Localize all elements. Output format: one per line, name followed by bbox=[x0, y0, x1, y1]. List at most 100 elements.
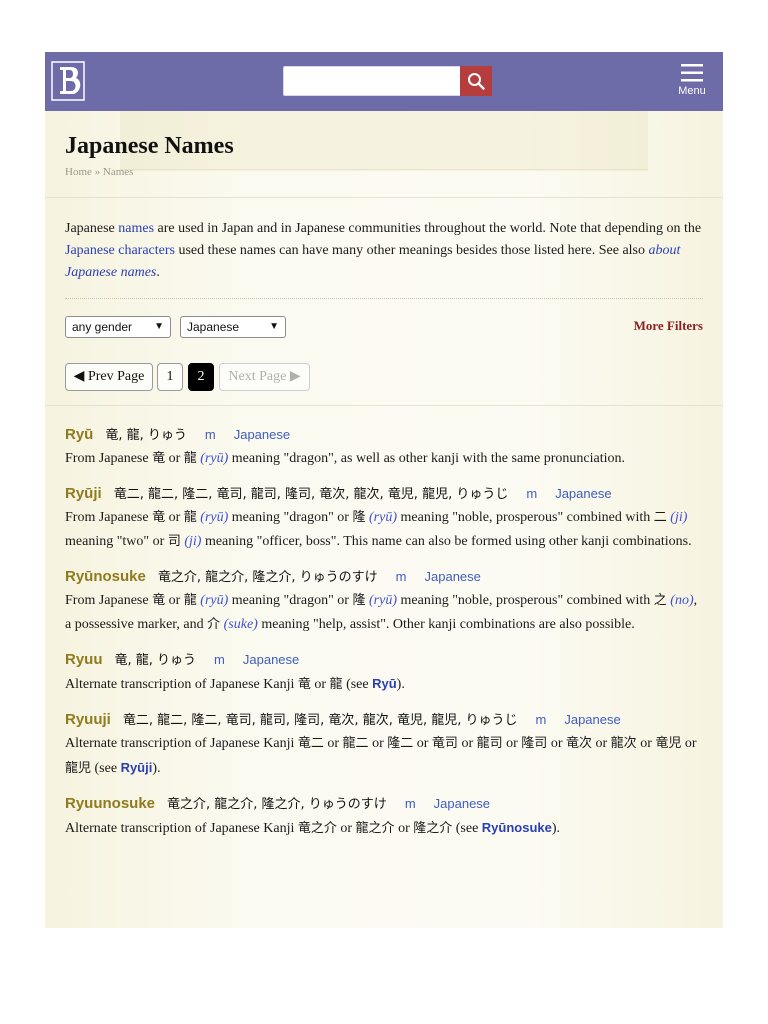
kanji-text: 龍 bbox=[183, 593, 197, 608]
name-entry-header: Ryuuji 竜二, 龍二, 隆二, 竜司, 龍司, 隆司, 竜次, 龍次, 竜児… bbox=[65, 709, 703, 732]
name-entry: Ryūnosuke 竜之介, 龍之介, 隆之介, りゅうのすけ m Japanese F… bbox=[65, 566, 703, 637]
description-text: or bbox=[368, 736, 388, 751]
kanji-text: 竜 bbox=[152, 510, 166, 525]
kanji-text: 龍児 bbox=[65, 761, 92, 776]
gender-select[interactable]: any gender ▼ bbox=[65, 316, 171, 338]
description-text: ). bbox=[551, 821, 561, 836]
gender-link[interactable]: m bbox=[536, 712, 547, 727]
gender-link[interactable]: m bbox=[526, 486, 537, 501]
gender-link[interactable]: m bbox=[214, 652, 225, 667]
intro-paragraph: Japanese names are used in Japan and in … bbox=[45, 198, 723, 284]
name-kanji: 竜二, 龍二, 隆二, 竜司, 龍司, 隆司, 竜次, 龍次, 竜児, 龍児, … bbox=[113, 487, 509, 502]
top-bar: Menu bbox=[45, 52, 723, 111]
romanization-text: (ji) bbox=[670, 510, 688, 525]
description-text: ). bbox=[396, 677, 405, 692]
prev-page-button[interactable]: ◀ Prev Page bbox=[65, 363, 153, 391]
search-input[interactable] bbox=[288, 68, 462, 96]
see-also-link[interactable]: Ryūnosuke bbox=[482, 820, 552, 835]
description-text: meaning "dragon", as well as other kanji… bbox=[228, 451, 626, 466]
kanji-text: 隆二 bbox=[387, 736, 414, 751]
kanji-text: 竜 bbox=[297, 677, 311, 692]
kanji-text: 龍之介 bbox=[355, 821, 395, 836]
more-filters-link[interactable]: More Filters bbox=[634, 318, 703, 334]
name-description: Alternate transcription of Japanese Kanj… bbox=[65, 672, 703, 697]
kanji-text: 竜二 bbox=[297, 736, 324, 751]
japanese-characters-link[interactable]: Japanese characters bbox=[65, 243, 175, 258]
description-text: or bbox=[413, 736, 432, 751]
usage-select[interactable]: Japanese ▼ bbox=[180, 316, 286, 338]
search-button[interactable] bbox=[460, 66, 492, 96]
description-text: or bbox=[165, 593, 184, 608]
intro-text: used these names can have many other mea… bbox=[174, 243, 649, 258]
romanization-text: (ryū) bbox=[200, 451, 229, 466]
description-text: From Japanese bbox=[65, 451, 153, 466]
next-page-button[interactable]: Next Page ▶ bbox=[219, 363, 310, 391]
name-link[interactable]: Ryuunosuke bbox=[65, 795, 155, 812]
description-text: or bbox=[547, 736, 566, 751]
page-container: Menu Japanese Names Home » Names Japanes… bbox=[45, 52, 723, 928]
kanji-text: 龍次 bbox=[610, 736, 637, 751]
menu-label: Menu bbox=[678, 85, 706, 97]
usage-link[interactable]: Japanese bbox=[434, 796, 490, 811]
breadcrumb-names[interactable]: Names bbox=[103, 166, 134, 178]
description-text: meaning "dragon" or bbox=[228, 510, 353, 525]
page-2-button[interactable]: 2 bbox=[188, 363, 214, 391]
description-text: ). bbox=[152, 761, 161, 776]
description-text: meaning "noble, prosperous" combined wit… bbox=[397, 510, 654, 525]
name-link[interactable]: Ryū bbox=[65, 426, 93, 443]
kanji-text: 竜司 bbox=[431, 736, 458, 751]
gender-link[interactable]: m bbox=[405, 796, 416, 811]
description-text: or bbox=[310, 677, 330, 692]
gender-link[interactable]: m bbox=[205, 427, 216, 442]
kanji-text: 龍 bbox=[183, 451, 197, 466]
pagination: ◀ Prev Page 1 2 Next Page ▶ bbox=[45, 349, 723, 405]
menu-button[interactable]: Menu bbox=[675, 63, 709, 97]
filters-bar: any gender ▼ Japanese ▼ More Filters bbox=[45, 299, 723, 349]
usage-link[interactable]: Japanese bbox=[425, 569, 481, 584]
description-text: From Japanese bbox=[65, 593, 153, 608]
see-also-link[interactable]: Ryū bbox=[372, 676, 397, 691]
gender-link[interactable]: m bbox=[396, 569, 407, 584]
name-kanji: 竜之介, 龍之介, 隆之介, りゅうのすけ bbox=[157, 570, 378, 585]
romanization-text: (ryū) bbox=[369, 510, 397, 525]
description-text: or bbox=[681, 736, 697, 751]
name-link[interactable]: Ryuuji bbox=[65, 711, 111, 728]
name-entry: Ryuu 竜, 龍, りゅう m Japanese Alternate transcri… bbox=[65, 649, 703, 697]
description-text: or bbox=[165, 451, 184, 466]
usage-link[interactable]: Japanese bbox=[234, 427, 290, 442]
kanji-text: 司 bbox=[167, 534, 181, 549]
search-icon bbox=[468, 73, 485, 90]
romanization-text: (ryū) bbox=[369, 593, 397, 608]
description-text: (see bbox=[91, 761, 121, 776]
name-entry-header: Ryū 竜, 龍, りゅう m Japanese bbox=[65, 424, 703, 447]
name-link[interactable]: Ryūji bbox=[65, 485, 102, 502]
name-description: From Japanese 竜 or 龍 (ryū) meaning "drag… bbox=[65, 589, 703, 637]
name-kanji: 竜之介, 龍之介, 隆之介, りゅうのすけ bbox=[167, 797, 387, 812]
name-list: Ryū 竜, 龍, りゅう m Japanese From Japanese 竜 or … bbox=[45, 406, 723, 841]
breadcrumb-home[interactable]: Home bbox=[65, 166, 92, 178]
description-text: or bbox=[636, 736, 656, 751]
name-kanji: 竜, 龍, りゅう bbox=[114, 653, 197, 668]
kanji-text: 竜 bbox=[152, 593, 166, 608]
site-logo-icon[interactable] bbox=[51, 61, 85, 101]
usage-link[interactable]: Japanese bbox=[564, 712, 620, 727]
usage-link[interactable]: Japanese bbox=[555, 486, 611, 501]
romanization-text: (no) bbox=[670, 593, 694, 608]
intro-text: Japanese bbox=[65, 221, 119, 236]
description-text: meaning "noble, prosperous" combined wit… bbox=[397, 593, 654, 608]
breadcrumb: Home » Names bbox=[65, 166, 133, 178]
kanji-text: 二 bbox=[653, 510, 667, 525]
description-text: or bbox=[323, 736, 343, 751]
kanji-text: 龍 bbox=[329, 677, 343, 692]
name-link[interactable]: Ryuu bbox=[65, 651, 103, 668]
description-text: meaning "dragon" or bbox=[228, 593, 353, 608]
usage-link[interactable]: Japanese bbox=[243, 652, 299, 667]
page-title: Japanese Names bbox=[65, 133, 234, 159]
description-text: meaning "help, assist". Other kanji comb… bbox=[257, 617, 635, 632]
page-1-button[interactable]: 1 bbox=[157, 363, 183, 391]
name-description: Alternate transcription of Japanese Kanj… bbox=[65, 732, 703, 781]
description-text: or bbox=[502, 736, 522, 751]
name-link[interactable]: Ryūnosuke bbox=[65, 568, 146, 585]
names-link[interactable]: names bbox=[118, 221, 154, 236]
see-also-link[interactable]: Ryūji bbox=[121, 760, 153, 775]
